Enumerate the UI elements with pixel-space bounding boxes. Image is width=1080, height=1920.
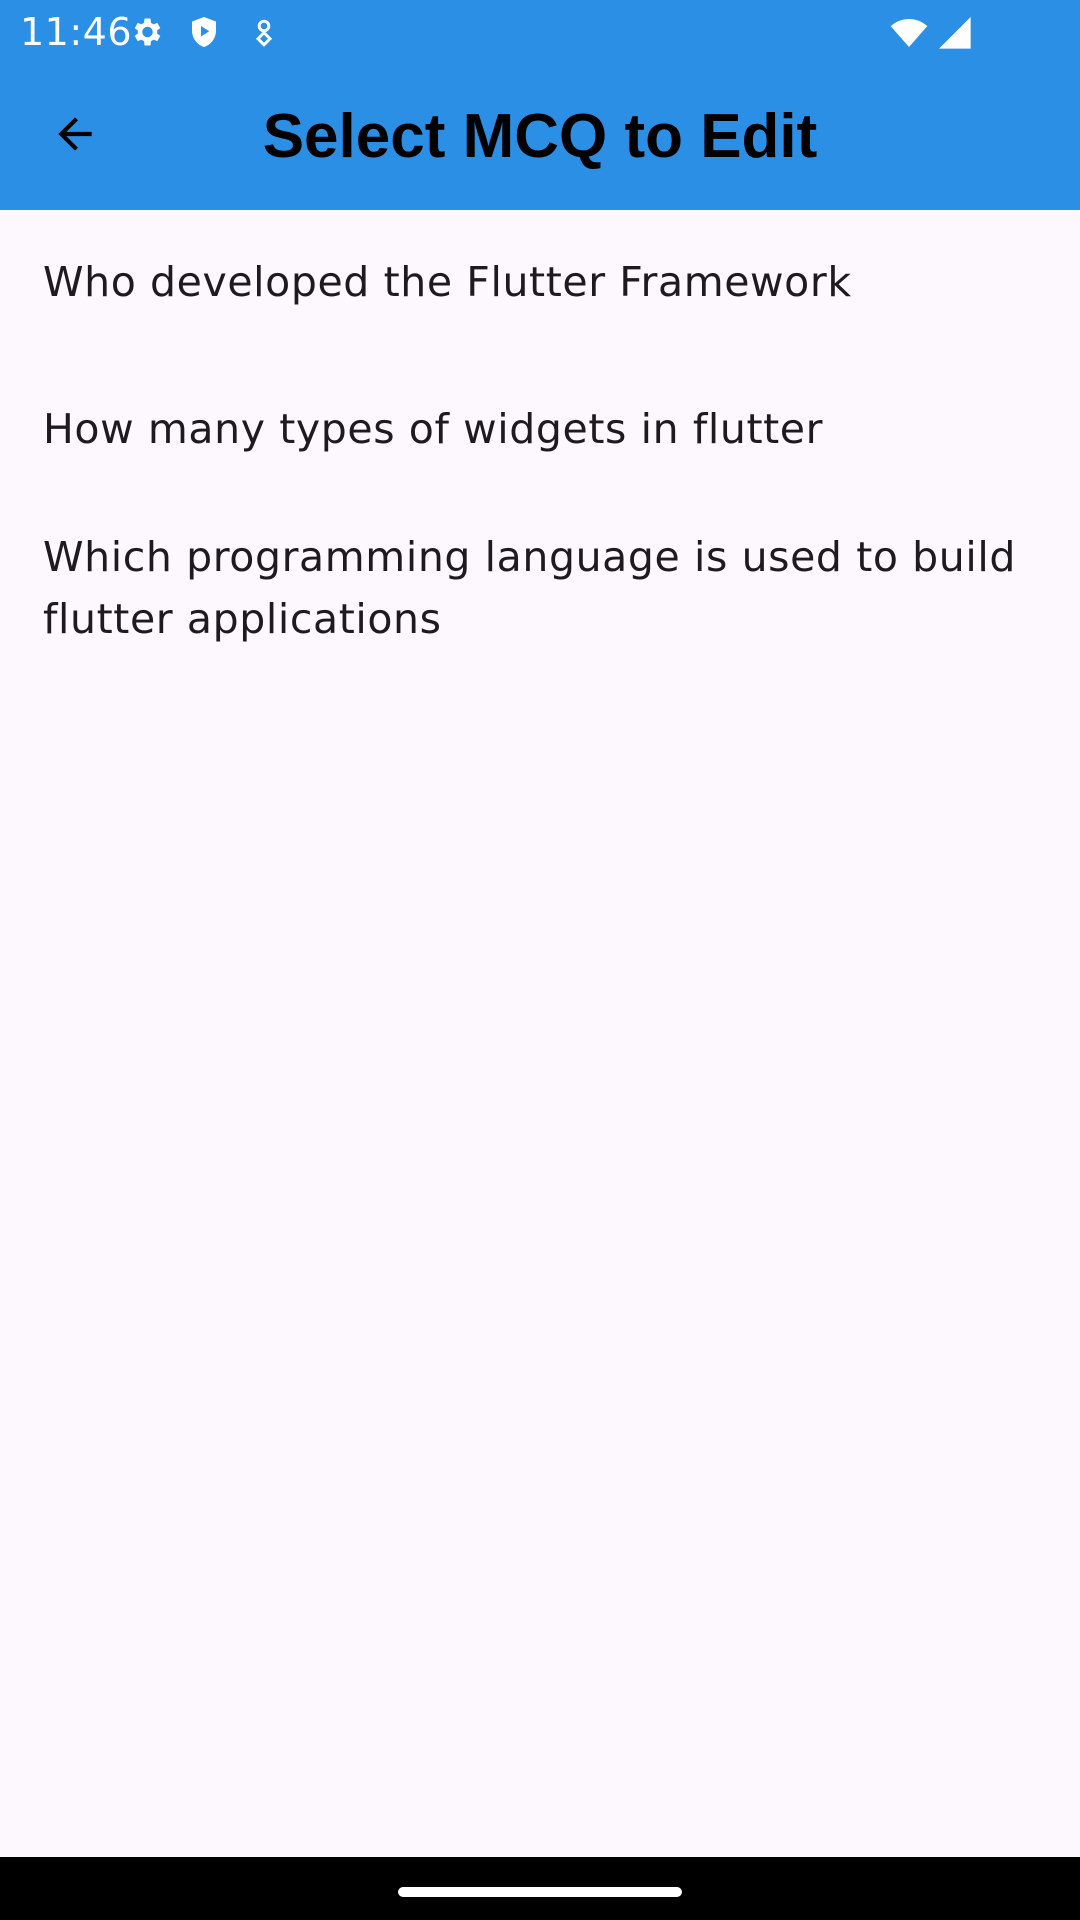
signal-icon [934,12,974,52]
page-title: Select MCQ to Edit [262,102,818,171]
app-bar: Select MCQ to Edit [0,63,1080,210]
shield-play-icon [186,14,222,50]
gear-icon [128,14,164,50]
navigation-bar [0,1857,1080,1920]
wifi-icon [889,12,929,52]
status-time: 11:46 [20,10,133,54]
status-bar: 11:46 [0,0,1080,63]
back-button[interactable] [34,95,116,177]
list-item[interactable]: How many types of widgets in flutter [0,398,1080,460]
list-item[interactable]: Which programming language is used to bu… [0,526,1080,650]
home-handle[interactable] [398,1887,682,1897]
list-item[interactable]: Who developed the Flutter Framework [0,251,1080,313]
arrow-back-icon [50,109,100,164]
location-pin-icon [246,14,282,50]
